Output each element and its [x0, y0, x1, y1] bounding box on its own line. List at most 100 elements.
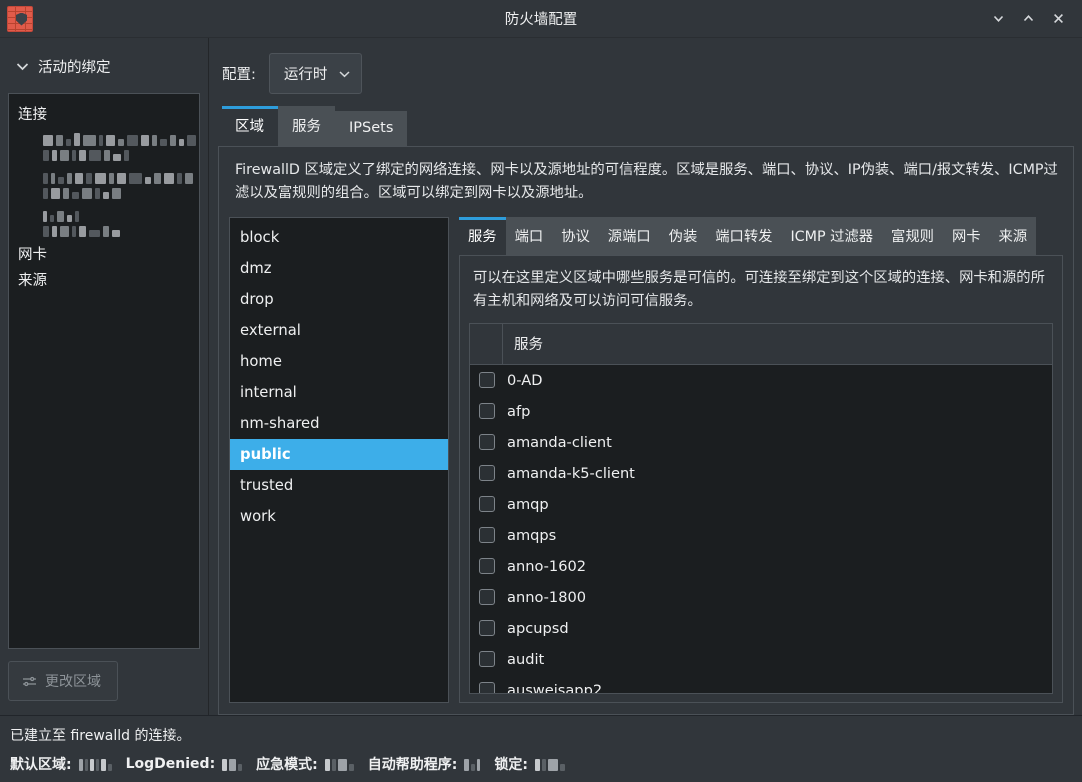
status-flags: 默认区域: LogDenied: 应急模式: 自动帮助程序: 锁定:	[8, 754, 1082, 774]
subtab-icmp-filter[interactable]: ICMP 过滤器	[781, 217, 883, 256]
subtab-source-ports[interactable]: 源端口	[598, 217, 660, 256]
minimize-button[interactable]	[983, 4, 1013, 34]
service-checkbox[interactable]	[478, 527, 495, 544]
status-default-zone: 默认区域:	[10, 754, 112, 774]
service-checkbox[interactable]	[478, 589, 495, 606]
service-name: amqp	[507, 495, 549, 513]
zone-item-block[interactable]: block	[230, 222, 448, 253]
zone-item-nm-shared[interactable]: nm-shared	[230, 408, 448, 439]
tree-node-sources[interactable]: 来源	[9, 268, 199, 294]
table-row[interactable]: audit	[470, 644, 1052, 675]
status-automatic-helpers-value-redacted	[464, 757, 481, 771]
subtab-protocols[interactable]: 协议	[552, 217, 599, 256]
bindings-tree[interactable]: 连接 网卡 来源	[8, 93, 200, 649]
service-name: ausweisapp2	[507, 681, 603, 693]
table-row[interactable]: anno-1602	[470, 551, 1052, 582]
service-name: anno-1602	[507, 557, 587, 575]
table-row[interactable]: afp	[470, 396, 1052, 427]
status-automatic-helpers: 自动帮助程序:	[368, 754, 481, 774]
service-name: audit	[507, 650, 545, 668]
zone-item-work[interactable]: work	[230, 501, 448, 532]
zone-detail: 服务 端口 协议 源端口 伪装 端口转发 ICMP 过滤器 富规则 网卡 来源	[459, 217, 1063, 703]
tab-zones[interactable]: 区域	[222, 106, 278, 146]
service-checkbox[interactable]	[478, 682, 495, 693]
status-log-denied-value-redacted	[222, 757, 243, 771]
services-table-body[interactable]: 0-AD afp amanda-client amanda-k5-client …	[470, 365, 1052, 693]
change-zone-button[interactable]: 更改区域	[8, 661, 118, 701]
table-row[interactable]: amqp	[470, 489, 1052, 520]
status-lockdown-label: 锁定:	[494, 757, 528, 773]
subtab-rich-rules[interactable]: 富规则	[882, 217, 943, 256]
service-checkbox[interactable]	[478, 372, 495, 389]
zone-item-internal[interactable]: internal	[230, 377, 448, 408]
service-checkbox[interactable]	[478, 558, 495, 575]
table-row[interactable]: amanda-client	[470, 427, 1052, 458]
status-panic-mode: 应急模式:	[256, 754, 354, 774]
status-lockdown: 锁定:	[494, 754, 565, 774]
active-bindings-header[interactable]: 活动的绑定	[0, 38, 208, 93]
table-row[interactable]: 0-AD	[470, 365, 1052, 396]
main-content: 配置: 运行时 区域 服务 IPSets FirewallD 区域定义了绑定的网…	[209, 38, 1082, 715]
table-row[interactable]: ausweisapp2	[470, 675, 1052, 693]
status-default-zone-label: 默认区域:	[10, 757, 72, 773]
subtab-port-forwarding[interactable]: 端口转发	[706, 217, 782, 256]
status-log-denied: LogDenied:	[126, 756, 243, 772]
services-table: 服务 0-AD afp amanda-client amanda-k5-clie…	[469, 322, 1053, 694]
subtab-masquerade[interactable]: 伪装	[659, 217, 707, 256]
zone-list[interactable]: block dmz drop external home internal nm…	[229, 217, 449, 703]
redacted-connection-entry[interactable]	[9, 204, 199, 242]
redacted-connection-entry[interactable]	[9, 128, 199, 166]
tree-node-interfaces[interactable]: 网卡	[9, 242, 199, 268]
subtab-ports[interactable]: 端口	[505, 217, 553, 256]
status-lockdown-value-redacted	[535, 757, 565, 771]
zone-item-dmz[interactable]: dmz	[230, 253, 448, 284]
tab-services[interactable]: 服务	[278, 106, 335, 146]
services-description: 可以在这里定义区域中哪些服务是可信的。可连接至绑定到这个区域的连接、网卡和源的所…	[473, 270, 1045, 310]
zone-description: FirewallD 区域定义了绑定的网络连接、网卡以及源地址的可信程度。区域是服…	[235, 162, 1058, 202]
zone-split: block dmz drop external home internal nm…	[229, 217, 1063, 703]
window-body: 活动的绑定 连接 网卡 来源 更改区域 配置: 运行时 区域 服务 IPSets…	[0, 38, 1082, 715]
table-row[interactable]: amqps	[470, 520, 1052, 551]
status-automatic-helpers-label: 自动帮助程序:	[367, 757, 458, 773]
redacted-connection-entry[interactable]	[9, 166, 199, 204]
service-name: anno-1800	[507, 588, 587, 606]
service-checkbox[interactable]	[478, 403, 495, 420]
table-row[interactable]: amanda-k5-client	[470, 458, 1052, 489]
close-button[interactable]	[1043, 4, 1073, 34]
zone-item-drop[interactable]: drop	[230, 284, 448, 315]
chevron-down-icon	[339, 70, 350, 77]
subtab-interfaces[interactable]: 网卡	[942, 217, 990, 256]
status-bar: 已建立至 firewalld 的连接。 默认区域: LogDenied: 应急模…	[0, 715, 1082, 782]
zone-item-external[interactable]: external	[230, 315, 448, 346]
tab-ipsets[interactable]: IPSets	[335, 111, 408, 146]
zone-item-home[interactable]: home	[230, 346, 448, 377]
title-bar: 防火墙配置	[0, 0, 1082, 38]
zone-sub-tab-bar: 服务 端口 协议 源端口 伪装 端口转发 ICMP 过滤器 富规则 网卡 来源	[459, 217, 1063, 256]
service-name: amqps	[507, 526, 557, 544]
table-row[interactable]: anno-1800	[470, 582, 1052, 613]
firewall-brick-shield-icon	[7, 5, 33, 32]
zone-item-trusted[interactable]: trusted	[230, 470, 448, 501]
service-checkbox[interactable]	[478, 651, 495, 668]
config-mode-dropdown[interactable]: 运行时	[268, 53, 363, 94]
status-default-zone-value-redacted	[78, 757, 112, 771]
service-checkbox[interactable]	[478, 434, 495, 451]
subtab-sources[interactable]: 来源	[989, 217, 1037, 256]
service-name: amanda-k5-client	[507, 464, 635, 482]
subtab-services[interactable]: 服务	[459, 217, 506, 256]
services-header-checkbox-col	[470, 323, 503, 364]
tree-node-connections[interactable]: 连接	[9, 102, 199, 128]
maximize-button[interactable]	[1013, 4, 1043, 34]
service-checkbox[interactable]	[478, 465, 495, 482]
zone-item-public[interactable]: public	[230, 439, 448, 471]
services-header-name: 服务	[514, 336, 543, 353]
status-panic-mode-value-redacted	[324, 757, 354, 771]
service-name: 0-AD	[507, 371, 543, 389]
service-checkbox[interactable]	[478, 620, 495, 637]
status-panic-mode-label: 应急模式:	[256, 757, 318, 773]
change-zone-label: 更改区域	[45, 674, 101, 690]
services-sub-panel: 可以在这里定义区域中哪些服务是可信的。可连接至绑定到这个区域的连接、网卡和源的所…	[459, 255, 1063, 703]
table-row[interactable]: apcupsd	[470, 613, 1052, 644]
service-checkbox[interactable]	[478, 496, 495, 513]
service-name: apcupsd	[507, 619, 569, 637]
